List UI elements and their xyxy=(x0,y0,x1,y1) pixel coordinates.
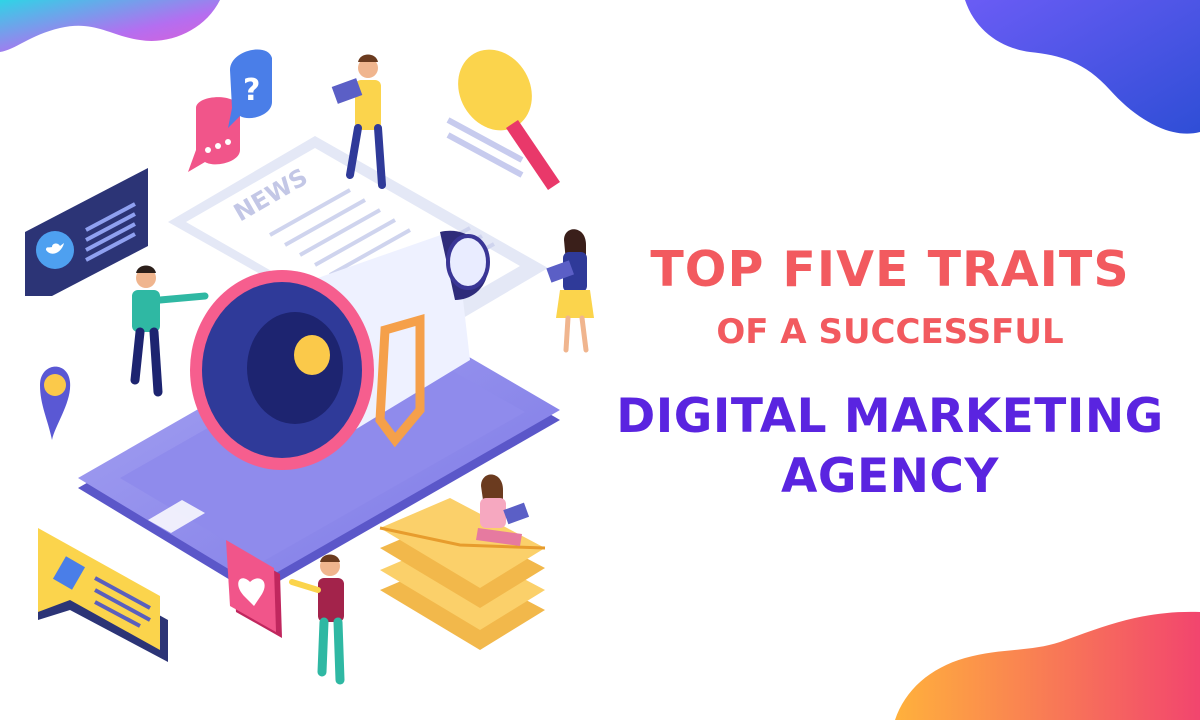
person-bottom xyxy=(289,554,345,685)
question-mark: ? xyxy=(243,73,260,108)
twitter-chat-icon xyxy=(25,168,148,296)
illustration-canvas: NEWS ? xyxy=(0,0,1200,720)
thumbs-up-chat-icon xyxy=(38,528,168,662)
envelope-stack-icon xyxy=(379,498,546,650)
question-bubble-icon: ? xyxy=(228,49,272,129)
headline-line-3: DIGITAL MARKETING xyxy=(616,389,1164,444)
corner-blob-top-right xyxy=(965,0,1200,134)
corner-blob-bottom-right xyxy=(895,611,1200,720)
person-sitting xyxy=(476,474,530,546)
location-pin-icon xyxy=(40,366,71,440)
corner-blob-top-left xyxy=(0,0,220,52)
headline-line-1: TOP FIVE TRAITS xyxy=(650,241,1130,298)
magnifier-icon xyxy=(446,49,560,190)
headline-line-2: OF A SUCCESSFUL xyxy=(716,312,1064,352)
headline-line-4: AGENCY xyxy=(781,449,999,504)
